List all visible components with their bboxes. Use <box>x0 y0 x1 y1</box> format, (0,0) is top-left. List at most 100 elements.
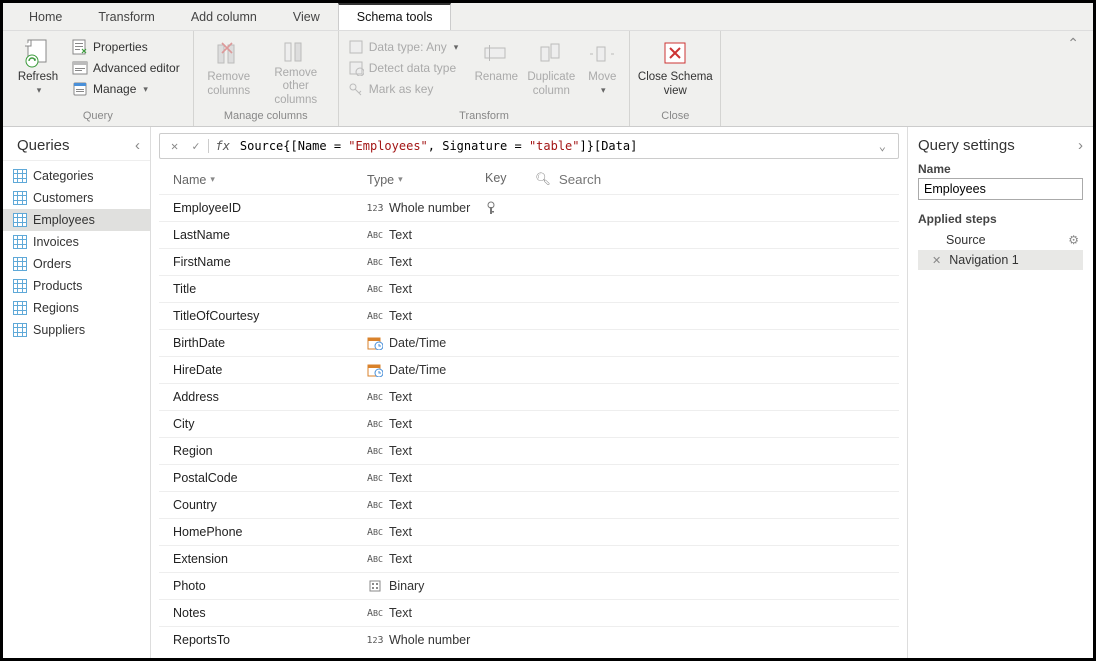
primary-key-icon <box>485 201 535 215</box>
duplicate-column-button[interactable]: Duplicate column <box>523 34 579 108</box>
properties-icon <box>72 39 88 55</box>
query-item-label: Customers <box>33 191 93 205</box>
schema-row[interactable]: EmployeeID123Whole number <box>159 195 899 222</box>
query-item-label: Invoices <box>33 235 79 249</box>
schema-row[interactable]: HireDateDate/Time <box>159 357 899 384</box>
schema-field-type: ABCText <box>367 552 485 566</box>
properties-button[interactable]: Properties <box>69 38 183 56</box>
query-item-invoices[interactable]: Invoices <box>3 231 150 253</box>
query-item-label: Employees <box>33 213 95 227</box>
text-type-icon: ABC <box>367 552 383 566</box>
tab-view[interactable]: View <box>275 5 338 30</box>
query-item-regions[interactable]: Regions <box>3 297 150 319</box>
detect-data-type-button[interactable]: Detect data type <box>345 59 462 77</box>
tab-home[interactable]: Home <box>11 5 80 30</box>
tab-add-column[interactable]: Add column <box>173 5 275 30</box>
table-icon <box>13 169 27 183</box>
schema-row[interactable]: AddressABCText <box>159 384 899 411</box>
schema-row[interactable]: PostalCodeABCText <box>159 465 899 492</box>
manage-label: Manage <box>93 82 136 96</box>
schema-row[interactable]: CityABCText <box>159 411 899 438</box>
text-type-icon: ABC <box>367 255 383 269</box>
rename-button[interactable]: Rename <box>471 34 521 108</box>
schema-row[interactable]: RegionABCText <box>159 438 899 465</box>
chevron-down-icon: ▾ <box>398 174 403 185</box>
group-label-transform: Transform <box>345 110 624 124</box>
table-icon <box>13 279 27 293</box>
formula-expand-icon[interactable]: ⌄ <box>873 139 892 153</box>
data-type-button[interactable]: Data type: Any ▾ <box>345 38 462 56</box>
schema-row[interactable]: ExtensionABCText <box>159 546 899 573</box>
column-header-key[interactable]: Key <box>485 171 535 188</box>
queries-panel: Queries ‹ Categories Customers Employees In… <box>3 127 151 658</box>
ribbon-collapse-button[interactable]: ⌃ <box>1067 35 1079 52</box>
rename-label: Rename <box>475 71 518 85</box>
schema-row[interactable]: ReportsTo123Whole number <box>159 627 899 652</box>
schema-row[interactable]: CountryABCText <box>159 492 899 519</box>
manage-button[interactable]: Manage ▾ <box>69 80 183 98</box>
mark-as-key-button[interactable]: Mark as key <box>345 80 462 98</box>
column-header-name[interactable]: Name▾ <box>173 171 367 188</box>
schema-row[interactable]: PhotoBinary <box>159 573 899 600</box>
step-navigation-1[interactable]: ✕ Navigation 1 <box>918 250 1083 270</box>
formula-accept-button[interactable]: ✓ <box>187 139 204 153</box>
group-label-query: Query <box>9 110 187 124</box>
schema-row[interactable]: HomePhoneABCText <box>159 519 899 546</box>
search-icon: 🔍︎ <box>535 172 551 187</box>
text-type-icon: ABC <box>367 228 383 242</box>
schema-field-type: ABCText <box>367 228 485 242</box>
close-schema-view-button[interactable]: Close Schema view <box>636 34 714 108</box>
query-item-customers[interactable]: Customers <box>3 187 150 209</box>
refresh-button[interactable]: Refresh ▾ <box>9 34 67 108</box>
advanced-editor-label: Advanced editor <box>93 61 180 75</box>
query-item-orders[interactable]: Orders <box>3 253 150 275</box>
schema-row[interactable]: LastNameABCText <box>159 222 899 249</box>
collapse-queries-icon[interactable]: ‹ <box>135 137 140 154</box>
manage-icon <box>72 81 88 97</box>
query-item-employees[interactable]: Employees <box>3 209 150 231</box>
remove-columns-button[interactable]: Remove columns <box>200 34 258 108</box>
expand-settings-icon[interactable]: › <box>1078 137 1083 154</box>
tab-transform[interactable]: Transform <box>80 5 173 30</box>
tab-schema-tools[interactable]: Schema tools <box>338 3 452 30</box>
schema-row[interactable]: BirthDateDate/Time <box>159 330 899 357</box>
schema-row[interactable]: NotesABCText <box>159 600 899 627</box>
formula-text[interactable]: Source{[Name = "Employees", Signature = … <box>240 139 869 153</box>
advanced-editor-button[interactable]: Advanced editor <box>69 59 183 77</box>
formula-cancel-button[interactable]: ✕ <box>166 139 183 153</box>
schema-field-name: LastName <box>173 228 367 242</box>
mark-key-label: Mark as key <box>369 82 434 96</box>
query-name-input[interactable] <box>918 178 1083 200</box>
queries-title: Queries <box>17 137 70 154</box>
step-label: Navigation 1 <box>949 253 1019 267</box>
step-source[interactable]: Source ⚙ <box>918 230 1083 250</box>
column-header-type[interactable]: Type▾ <box>367 171 485 188</box>
refresh-icon <box>22 38 54 68</box>
close-icon <box>659 38 691 68</box>
query-item-products[interactable]: Products <box>3 275 150 297</box>
text-type-icon: ABC <box>367 282 383 296</box>
schema-row[interactable]: TitleOfCourtesyABCText <box>159 303 899 330</box>
queries-list: Categories Customers Employees Invoices Orde… <box>3 161 150 345</box>
schema-row[interactable]: FirstNameABCText <box>159 249 899 276</box>
schema-row[interactable]: TitleABCText <box>159 276 899 303</box>
remove-other-columns-button[interactable]: Remove other columns <box>260 34 332 108</box>
schema-body[interactable]: EmployeeID123Whole numberLastNameABCText… <box>159 195 899 652</box>
group-label-close: Close <box>636 110 714 124</box>
move-button[interactable]: Move ▾ <box>581 34 623 108</box>
delete-step-icon[interactable]: ✕ <box>932 254 941 267</box>
query-item-suppliers[interactable]: Suppliers <box>3 319 150 341</box>
fx-icon[interactable]: fx <box>208 139 235 153</box>
query-item-categories[interactable]: Categories <box>3 165 150 187</box>
search-input[interactable] <box>557 171 885 188</box>
schema-field-type: ABCText <box>367 255 485 269</box>
step-label: Source <box>946 233 986 247</box>
ribbon: Refresh ▾ Properties Advanced editor <box>3 31 1093 127</box>
schema-field-type: Binary <box>367 579 485 593</box>
steps-list: Source ⚙ ✕ Navigation 1 <box>918 230 1083 270</box>
text-type-icon: ABC <box>367 471 383 485</box>
gear-icon[interactable]: ⚙ <box>1068 233 1079 247</box>
schema-field-name: Photo <box>173 579 367 593</box>
schema-field-key <box>485 201 535 215</box>
datetime-type-icon <box>367 336 383 350</box>
